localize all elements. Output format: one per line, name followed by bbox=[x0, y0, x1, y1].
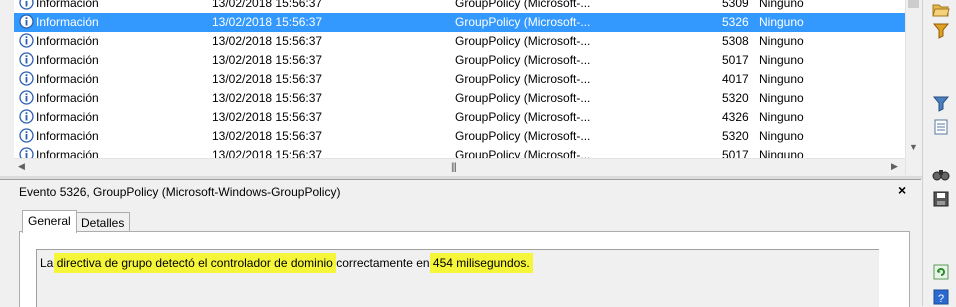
table-row[interactable]: Información 13/02/2018 15:56:37 GroupPolic… bbox=[14, 146, 905, 158]
row-date: 13/02/2018 15:56:37 bbox=[212, 129, 322, 143]
row-source: GroupPolicy (Microsoft-... bbox=[455, 148, 590, 158]
tab-general[interactable]: General bbox=[22, 210, 77, 233]
find-icon[interactable] bbox=[932, 165, 950, 183]
information-icon bbox=[19, 14, 34, 29]
row-date: 13/02/2018 15:56:37 bbox=[212, 0, 322, 10]
row-level: Información bbox=[36, 53, 99, 67]
row-source: GroupPolicy (Microsoft-... bbox=[455, 53, 590, 67]
row-level: Información bbox=[36, 148, 99, 158]
row-category: Ninguno bbox=[759, 91, 804, 105]
scrollbar-thumb[interactable] bbox=[908, 0, 919, 8]
row-level: Información bbox=[36, 34, 99, 48]
filter-icon[interactable] bbox=[932, 94, 950, 112]
row-category: Ninguno bbox=[759, 72, 804, 86]
row-source: GroupPolicy (Microsoft-... bbox=[455, 110, 590, 124]
table-row[interactable]: Información 13/02/2018 15:56:37 GroupPolic… bbox=[14, 51, 905, 70]
information-icon bbox=[19, 128, 34, 143]
row-date: 13/02/2018 15:56:37 bbox=[212, 72, 322, 86]
row-source: GroupPolicy (Microsoft-... bbox=[455, 0, 590, 10]
row-event-id: 5308 bbox=[722, 34, 749, 48]
row-event-id: 5017 bbox=[722, 53, 749, 67]
row-source: GroupPolicy (Microsoft-... bbox=[455, 91, 590, 105]
table-row[interactable]: Información 13/02/2018 15:56:37 GroupPolic… bbox=[14, 0, 905, 13]
row-level: Información bbox=[36, 0, 99, 10]
properties-icon[interactable] bbox=[932, 118, 950, 136]
svg-text:?: ? bbox=[938, 293, 944, 305]
row-source: GroupPolicy (Microsoft-... bbox=[455, 72, 590, 86]
folder-open-icon[interactable] bbox=[932, 0, 950, 18]
row-category: Ninguno bbox=[759, 53, 804, 67]
row-event-id: 5309 bbox=[722, 0, 749, 10]
scroll-down-arrow-icon[interactable]: ▼ bbox=[909, 142, 918, 152]
table-row[interactable]: Información 13/02/2018 15:56:37 GroupPolic… bbox=[14, 89, 905, 108]
information-icon bbox=[19, 147, 34, 158]
row-date: 13/02/2018 15:56:37 bbox=[212, 91, 322, 105]
tab-detalles[interactable]: Detalles bbox=[75, 212, 130, 233]
event-list-vertical-scrollbar[interactable]: ▼ bbox=[905, 0, 921, 175]
scroll-left-arrow-icon[interactable]: ◀ bbox=[18, 161, 25, 172]
event-message-box[interactable]: La directiva de grupo detectó el control… bbox=[36, 249, 879, 307]
row-source: GroupPolicy (Microsoft-... bbox=[455, 34, 590, 48]
row-date: 13/02/2018 15:56:37 bbox=[212, 148, 322, 158]
row-category: Ninguno bbox=[759, 129, 804, 143]
event-list-horizontal-scrollbar[interactable]: ◀ ||| ▶ bbox=[14, 158, 905, 176]
row-date: 13/02/2018 15:56:37 bbox=[212, 53, 322, 67]
actions-panel: ? bbox=[922, 0, 956, 306]
row-category: Ninguno bbox=[759, 110, 804, 124]
table-row[interactable]: Información 13/02/2018 15:56:37 GroupPolic… bbox=[14, 127, 905, 146]
row-event-id: 5320 bbox=[722, 129, 749, 143]
highlighted-text: 454 milisegundos. bbox=[433, 256, 530, 270]
row-date: 13/02/2018 15:56:37 bbox=[212, 15, 322, 29]
row-level: Información bbox=[36, 110, 99, 124]
information-icon bbox=[19, 52, 34, 67]
help-icon[interactable]: ? bbox=[932, 288, 950, 306]
close-icon[interactable]: × bbox=[898, 182, 906, 198]
row-level: Información bbox=[36, 129, 99, 143]
row-event-id: 4326 bbox=[722, 110, 749, 124]
information-icon bbox=[19, 90, 34, 105]
table-row[interactable]: Información 13/02/2018 15:56:37 GroupPolic… bbox=[14, 13, 905, 32]
information-icon bbox=[19, 109, 34, 124]
information-icon bbox=[19, 0, 34, 10]
row-event-id: 5017 bbox=[722, 148, 749, 158]
information-icon bbox=[19, 71, 34, 86]
row-event-id: 5326 bbox=[722, 15, 749, 29]
row-level: Información bbox=[36, 15, 99, 29]
scroll-grip-icon[interactable]: ||| bbox=[451, 162, 456, 173]
scroll-right-arrow-icon[interactable]: ▶ bbox=[891, 161, 898, 172]
event-message: La directiva de grupo detectó el control… bbox=[40, 256, 530, 270]
table-row[interactable]: Información 13/02/2018 15:56:37 GroupPolic… bbox=[14, 70, 905, 89]
table-row[interactable]: Información 13/02/2018 15:56:37 GroupPolic… bbox=[14, 108, 905, 127]
information-icon bbox=[19, 33, 34, 48]
row-category: Ninguno bbox=[759, 148, 804, 158]
highlighted-text: directiva de grupo detectó el controlado… bbox=[57, 256, 333, 270]
refresh-icon[interactable] bbox=[932, 263, 950, 281]
row-category: Ninguno bbox=[759, 0, 804, 10]
row-event-id: 5320 bbox=[722, 91, 749, 105]
table-row[interactable]: Información 13/02/2018 15:56:37 GroupPolic… bbox=[14, 32, 905, 51]
event-list[interactable]: Información 13/02/2018 15:56:37 GroupPolic… bbox=[14, 0, 905, 158]
row-date: 13/02/2018 15:56:37 bbox=[212, 110, 322, 124]
row-event-id: 4017 bbox=[722, 72, 749, 86]
filter-icon[interactable] bbox=[932, 21, 950, 39]
row-category: Ninguno bbox=[759, 34, 804, 48]
row-source: GroupPolicy (Microsoft-... bbox=[455, 15, 590, 29]
event-detail-title: Evento 5326, GroupPolicy (Microsoft-Wind… bbox=[19, 185, 340, 199]
row-date: 13/02/2018 15:56:37 bbox=[212, 34, 322, 48]
row-level: Información bbox=[36, 72, 99, 86]
row-category: Ninguno bbox=[759, 15, 804, 29]
row-level: Información bbox=[36, 91, 99, 105]
row-source: GroupPolicy (Microsoft-... bbox=[455, 129, 590, 143]
save-icon[interactable] bbox=[932, 190, 950, 208]
